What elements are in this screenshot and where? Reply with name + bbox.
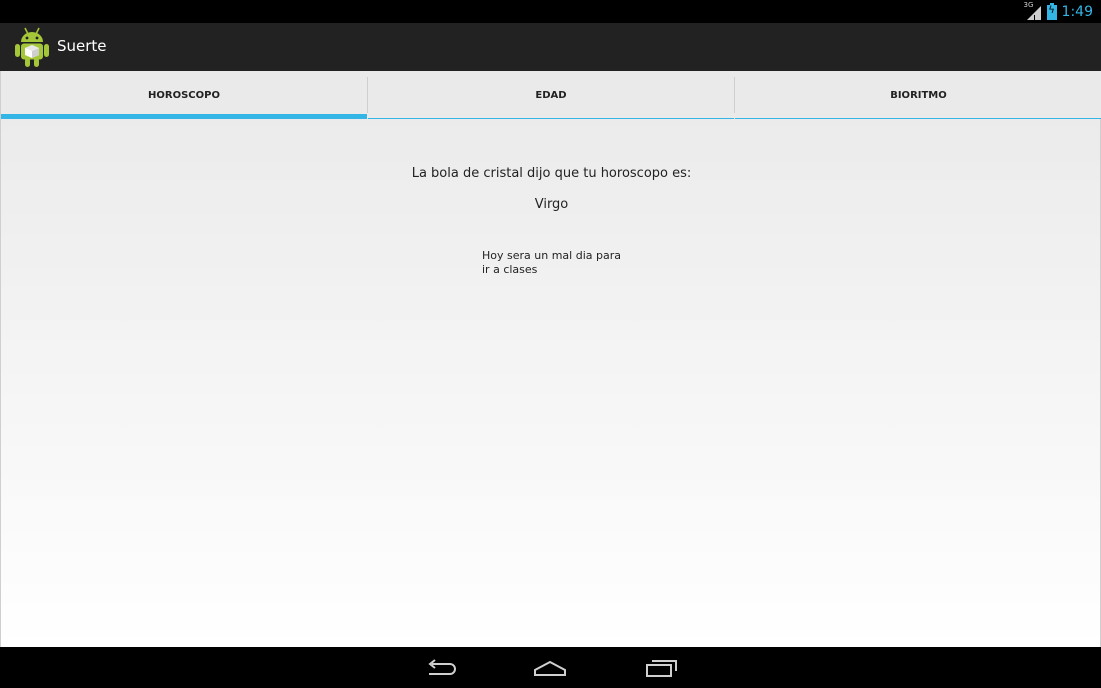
horoscope-content: La bola de cristal dijo que tu horoscopo… bbox=[0, 119, 1101, 647]
tab-label: EDAD bbox=[535, 89, 567, 101]
network-type-label: 3G bbox=[1023, 1, 1034, 9]
device-screen: 3G 1:49 bbox=[0, 0, 1101, 688]
status-bar: 3G 1:49 bbox=[0, 0, 1101, 23]
app-title: Suerte bbox=[57, 37, 107, 55]
battery-charging-icon bbox=[1046, 3, 1057, 20]
prediction-line: Hoy sera un mal dia para bbox=[482, 249, 621, 262]
tab-bioritmo[interactable]: BIORITMO bbox=[735, 71, 1101, 119]
android-app-icon[interactable] bbox=[14, 26, 50, 68]
status-clock: 1:49 bbox=[1061, 4, 1093, 20]
recents-icon[interactable] bbox=[640, 655, 680, 681]
tab-label: HOROSCOPO bbox=[148, 89, 220, 101]
navigation-bar bbox=[0, 647, 1101, 688]
home-icon[interactable] bbox=[530, 655, 570, 681]
tab-horoscopo[interactable]: HOROSCOPO bbox=[1, 71, 367, 119]
zodiac-sign: Virgo bbox=[534, 197, 569, 212]
tab-edad[interactable]: EDAD bbox=[368, 71, 734, 119]
status-icons: 3G 1:49 bbox=[1023, 1, 1093, 22]
signal-icon: 3G bbox=[1023, 1, 1042, 21]
tab-bar: HOROSCOPO EDAD BIORITMO bbox=[0, 71, 1101, 119]
crystal-ball-prompt: La bola de cristal dijo que tu horoscopo… bbox=[411, 166, 692, 181]
back-icon[interactable] bbox=[420, 655, 460, 681]
prediction-line: ir a clases bbox=[482, 263, 538, 276]
prediction-text: Hoy sera un mal dia para ir a clases bbox=[482, 249, 632, 277]
action-bar: Suerte bbox=[0, 23, 1101, 71]
tab-label: BIORITMO bbox=[890, 89, 947, 101]
